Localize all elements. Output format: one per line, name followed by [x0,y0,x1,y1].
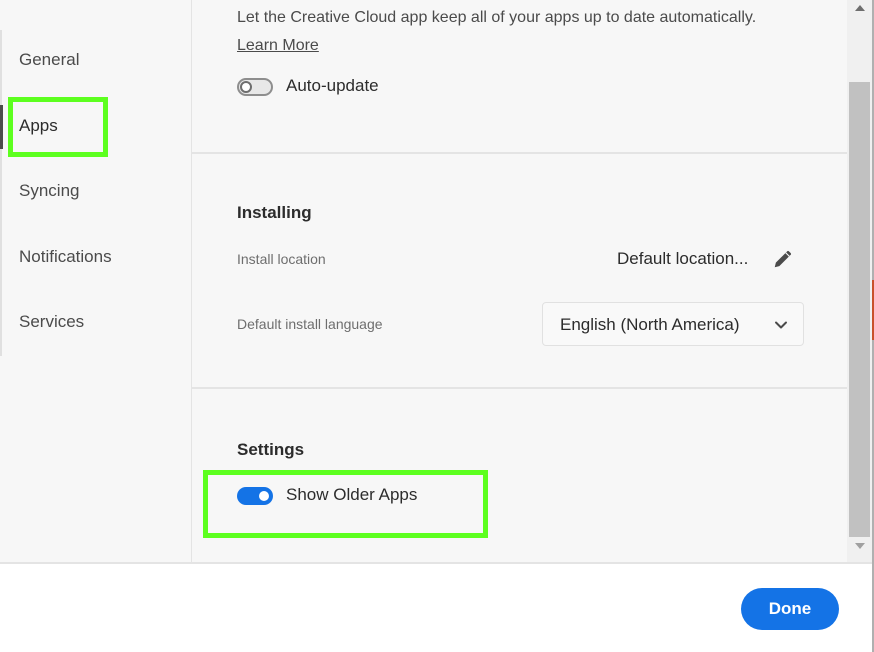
main-panel: Let the Creative Cloud app keep all of y… [192,0,847,562]
auto-update-toggle[interactable] [237,78,273,96]
scroll-up-arrow-icon[interactable] [855,5,865,11]
default-language-label: Default install language [237,316,383,332]
settings-heading: Settings [237,440,305,459]
language-dropdown[interactable]: English (North America) [542,302,804,346]
scrollbar-thumb[interactable] [849,82,870,537]
preferences-window: General Apps Syncing Notifications Servi… [0,0,874,652]
sidebar-item-general[interactable]: General [19,50,79,70]
sidebar-item-syncing[interactable]: Syncing [19,181,79,201]
auto-update-description: Let the Creative Cloud app keep all of y… [237,9,757,26]
show-older-apps-toggle[interactable] [237,487,273,505]
scroll-down-arrow-icon[interactable] [855,543,865,549]
install-location-label: Install location [237,251,326,267]
installing-heading: Installing [237,203,312,222]
toggle-knob [259,491,269,501]
chevron-down-icon [775,321,787,329]
pencil-icon[interactable] [772,248,794,270]
sidebar-rule [0,30,2,356]
show-older-apps-label: Show Older Apps [286,485,418,504]
done-button[interactable]: Done [741,588,839,630]
section-divider [192,387,847,389]
auto-update-section: Let the Creative Cloud app keep all of y… [192,0,847,152]
sidebar-item-services[interactable]: Services [19,312,84,332]
scrollbar[interactable] [847,0,872,562]
learn-more-link[interactable]: Learn More [237,37,319,55]
language-dropdown-value: English (North America) [560,315,740,334]
sidebar-item-apps[interactable]: Apps [19,116,58,136]
footer: Done [0,562,872,652]
sidebar-item-notifications[interactable]: Notifications [19,247,112,267]
install-location-value: Default location... [617,249,749,268]
sidebar-active-indicator [0,105,3,149]
toggle-knob [240,81,252,93]
section-divider [192,152,847,154]
auto-update-label: Auto-update [286,76,379,95]
sidebar: General Apps Syncing Notifications Servi… [0,0,192,562]
